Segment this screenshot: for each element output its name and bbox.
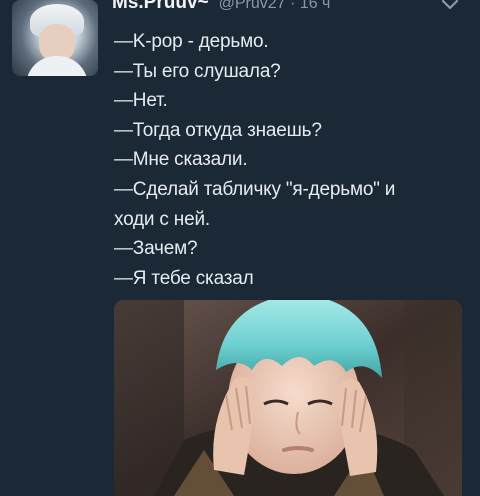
- tweet-line: —Тогда откуда знаешь?: [114, 119, 322, 141]
- avatar[interactable]: [12, 0, 98, 76]
- tweet-line: —Я тебе сказал: [114, 267, 254, 289]
- chevron-down-icon[interactable]: [440, 0, 460, 12]
- tweet-header: Ms.Pruuv~ @Pruv27 · 16 ч: [112, 0, 330, 14]
- handle-text: @Pruv27: [218, 0, 286, 12]
- separator: ·: [290, 0, 296, 12]
- tweet-line: —Нет.: [114, 90, 168, 112]
- tweet-line: —Зачем?: [114, 238, 198, 260]
- tweet-text: —K-pop - дерьмо. —Ты его слушала? —Нет. …: [114, 27, 466, 293]
- tweet: Ms.Pruuv~ @Pruv27 · 16 ч —K-pop - дерьмо…: [0, 0, 480, 496]
- tweet-line: ходи с ней.: [114, 208, 210, 230]
- timestamp: 16 ч: [299, 0, 331, 12]
- tweet-line: —Ты его слушала?: [114, 60, 281, 82]
- username[interactable]: Ms.Pruuv~: [112, 0, 209, 14]
- tweet-line: —Мне сказали.: [114, 149, 248, 171]
- handle[interactable]: @Pruv27 · 16 ч: [219, 0, 331, 13]
- tweet-line: —K-pop - дерьмо.: [114, 31, 269, 52]
- avatar-body: [26, 56, 88, 76]
- tweet-photo[interactable]: [114, 300, 462, 496]
- tweet-line: —Сделай табличку "я-дерьмо" и: [114, 178, 396, 200]
